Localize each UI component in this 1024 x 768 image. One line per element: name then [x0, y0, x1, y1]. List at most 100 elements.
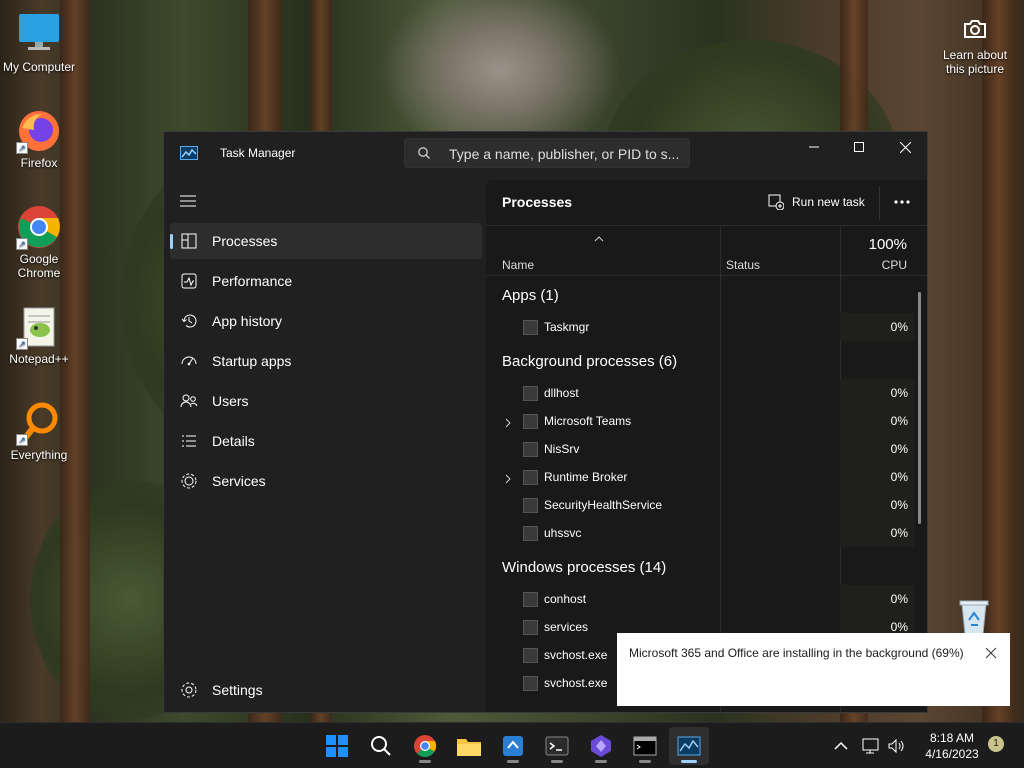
process-name: SecurityHealthService	[544, 498, 663, 512]
column-header: Name Status 100% CPU	[486, 226, 927, 276]
volume-icon	[888, 738, 904, 754]
table-row[interactable]: Taskmgr 0%	[486, 313, 916, 341]
expand-chevron-icon[interactable]	[504, 415, 512, 433]
chrome-icon	[414, 735, 437, 757]
hamburger-menu-icon[interactable]	[180, 194, 196, 207]
running-indicator	[419, 760, 431, 763]
process-cpu: 0%	[890, 498, 908, 512]
taskbar-visual-studio[interactable]	[581, 727, 621, 765]
process-cpu: 0%	[890, 414, 908, 428]
task-manager-window: Task Manager Processes Performance	[163, 131, 928, 713]
desktop-icon-notepadpp[interactable]: ↗ Notepad++	[1, 304, 77, 366]
taskbar-azure-data-studio[interactable]	[493, 727, 533, 765]
nav-label: Startup apps	[212, 353, 292, 369]
group-header: Background processes (6)	[502, 353, 678, 370]
search-input[interactable]	[449, 144, 681, 164]
notification-badge[interactable]: 1	[988, 736, 1004, 752]
column-name[interactable]: Name	[502, 258, 534, 272]
process-icon	[523, 320, 538, 335]
close-button[interactable]	[882, 132, 927, 162]
taskbar-chrome[interactable]	[405, 727, 445, 765]
desktop-icon-chrome[interactable]: ↗ Google Chrome	[1, 204, 77, 280]
search-box[interactable]	[404, 138, 690, 168]
nav-label: Services	[212, 473, 266, 489]
nav-label: Performance	[212, 273, 293, 289]
taskbar-file-explorer[interactable]	[449, 727, 489, 765]
taskbar-cmd[interactable]	[625, 727, 665, 765]
process-cpu: 0%	[890, 320, 908, 334]
minimize-button[interactable]	[791, 132, 837, 162]
nav-label: Details	[212, 433, 255, 449]
run-new-task-button[interactable]: Run new task	[768, 188, 865, 216]
desktop-icon-my-computer[interactable]: My Computer	[1, 12, 77, 74]
taskbar-clock[interactable]: 8:18 AM 4/16/2023	[916, 730, 988, 762]
process-icon	[523, 676, 538, 691]
desktop-icon-everything[interactable]: ↗ Everything	[1, 400, 77, 462]
nav-users[interactable]: Users	[170, 383, 482, 419]
gear-icon	[180, 681, 198, 699]
shortcut-arrow-icon: ↗	[16, 338, 28, 350]
run-task-label: Run new task	[792, 195, 865, 209]
vertical-scrollbar[interactable]	[918, 292, 921, 524]
table-row[interactable]: NisSrv 0%	[486, 435, 916, 463]
shortcut-arrow-icon: ↗	[16, 434, 28, 446]
process-cpu: 0%	[890, 442, 908, 456]
nav-services[interactable]: Services	[170, 463, 482, 499]
desktop-icon-firefox[interactable]: ↗ Firefox	[1, 108, 77, 170]
process-icon	[523, 648, 538, 663]
close-icon[interactable]	[984, 646, 998, 660]
column-status[interactable]: Status	[726, 258, 760, 272]
nav-startup-apps[interactable]: Startup apps	[170, 343, 482, 379]
table-row[interactable]: Microsoft Teams 0%	[486, 407, 916, 435]
nav-performance[interactable]: Performance	[170, 263, 482, 299]
process-cpu: 0%	[890, 592, 908, 606]
nav-app-history[interactable]: App history	[170, 303, 482, 339]
process-icon	[523, 592, 538, 607]
title-bar[interactable]: Task Manager	[164, 132, 927, 176]
column-cpu[interactable]: CPU	[882, 258, 907, 272]
more-options-icon[interactable]	[892, 194, 912, 210]
run-task-icon	[768, 194, 784, 210]
terminal-icon	[545, 736, 569, 756]
process-name: svchost.exe	[544, 648, 608, 662]
taskbar: 8:18 AM 4/16/2023	[0, 722, 1024, 768]
close-icon	[899, 141, 911, 153]
process-icon	[523, 498, 538, 513]
table-row[interactable]: dllhost 0%	[486, 379, 916, 407]
table-row[interactable]: Runtime Broker 0%	[486, 463, 916, 491]
search-icon	[371, 736, 391, 756]
maximize-button[interactable]	[836, 132, 882, 162]
performance-icon	[180, 272, 198, 290]
panel-header: Processes Run new task	[486, 180, 927, 226]
users-icon	[180, 392, 198, 410]
table-row[interactable]: SecurityHealthService 0%	[486, 491, 916, 519]
process-name: svchost.exe	[544, 676, 608, 690]
learn-about-picture[interactable]: Learn about this picture	[936, 14, 1014, 76]
file-explorer-icon	[457, 739, 481, 756]
nav-details[interactable]: Details	[170, 423, 482, 459]
start-button[interactable]	[317, 727, 357, 765]
expand-chevron-icon[interactable]	[504, 471, 512, 489]
toast-message: Microsoft 365 and Office are installing …	[629, 646, 964, 660]
process-icon	[523, 620, 538, 635]
window-title: Task Manager	[220, 146, 296, 160]
taskbar-terminal[interactable]	[537, 727, 577, 765]
table-row[interactable]: uhssvc 0%	[486, 519, 916, 547]
search-button[interactable]	[361, 727, 401, 765]
nav-settings[interactable]: Settings	[170, 672, 482, 708]
sort-up-chevron-icon	[594, 230, 604, 248]
nav-label: App history	[212, 313, 283, 329]
volume-tray-button[interactable]	[877, 727, 917, 765]
azure-data-studio-icon	[503, 736, 523, 756]
taskbar-task-manager[interactable]	[669, 727, 709, 765]
task-manager-app-icon	[180, 146, 198, 160]
task-manager-icon	[677, 736, 701, 756]
nav-processes[interactable]: Processes	[170, 223, 482, 259]
recycle-bin-icon[interactable]	[954, 596, 994, 636]
install-notification-toast[interactable]: Microsoft 365 and Office are installing …	[617, 633, 1010, 706]
cmd-icon	[633, 736, 657, 756]
chrome-icon: ↗	[16, 204, 62, 250]
process-cpu: 0%	[890, 386, 908, 400]
group-header: Windows processes (14)	[502, 559, 667, 576]
table-row[interactable]: conhost 0%	[486, 585, 916, 613]
